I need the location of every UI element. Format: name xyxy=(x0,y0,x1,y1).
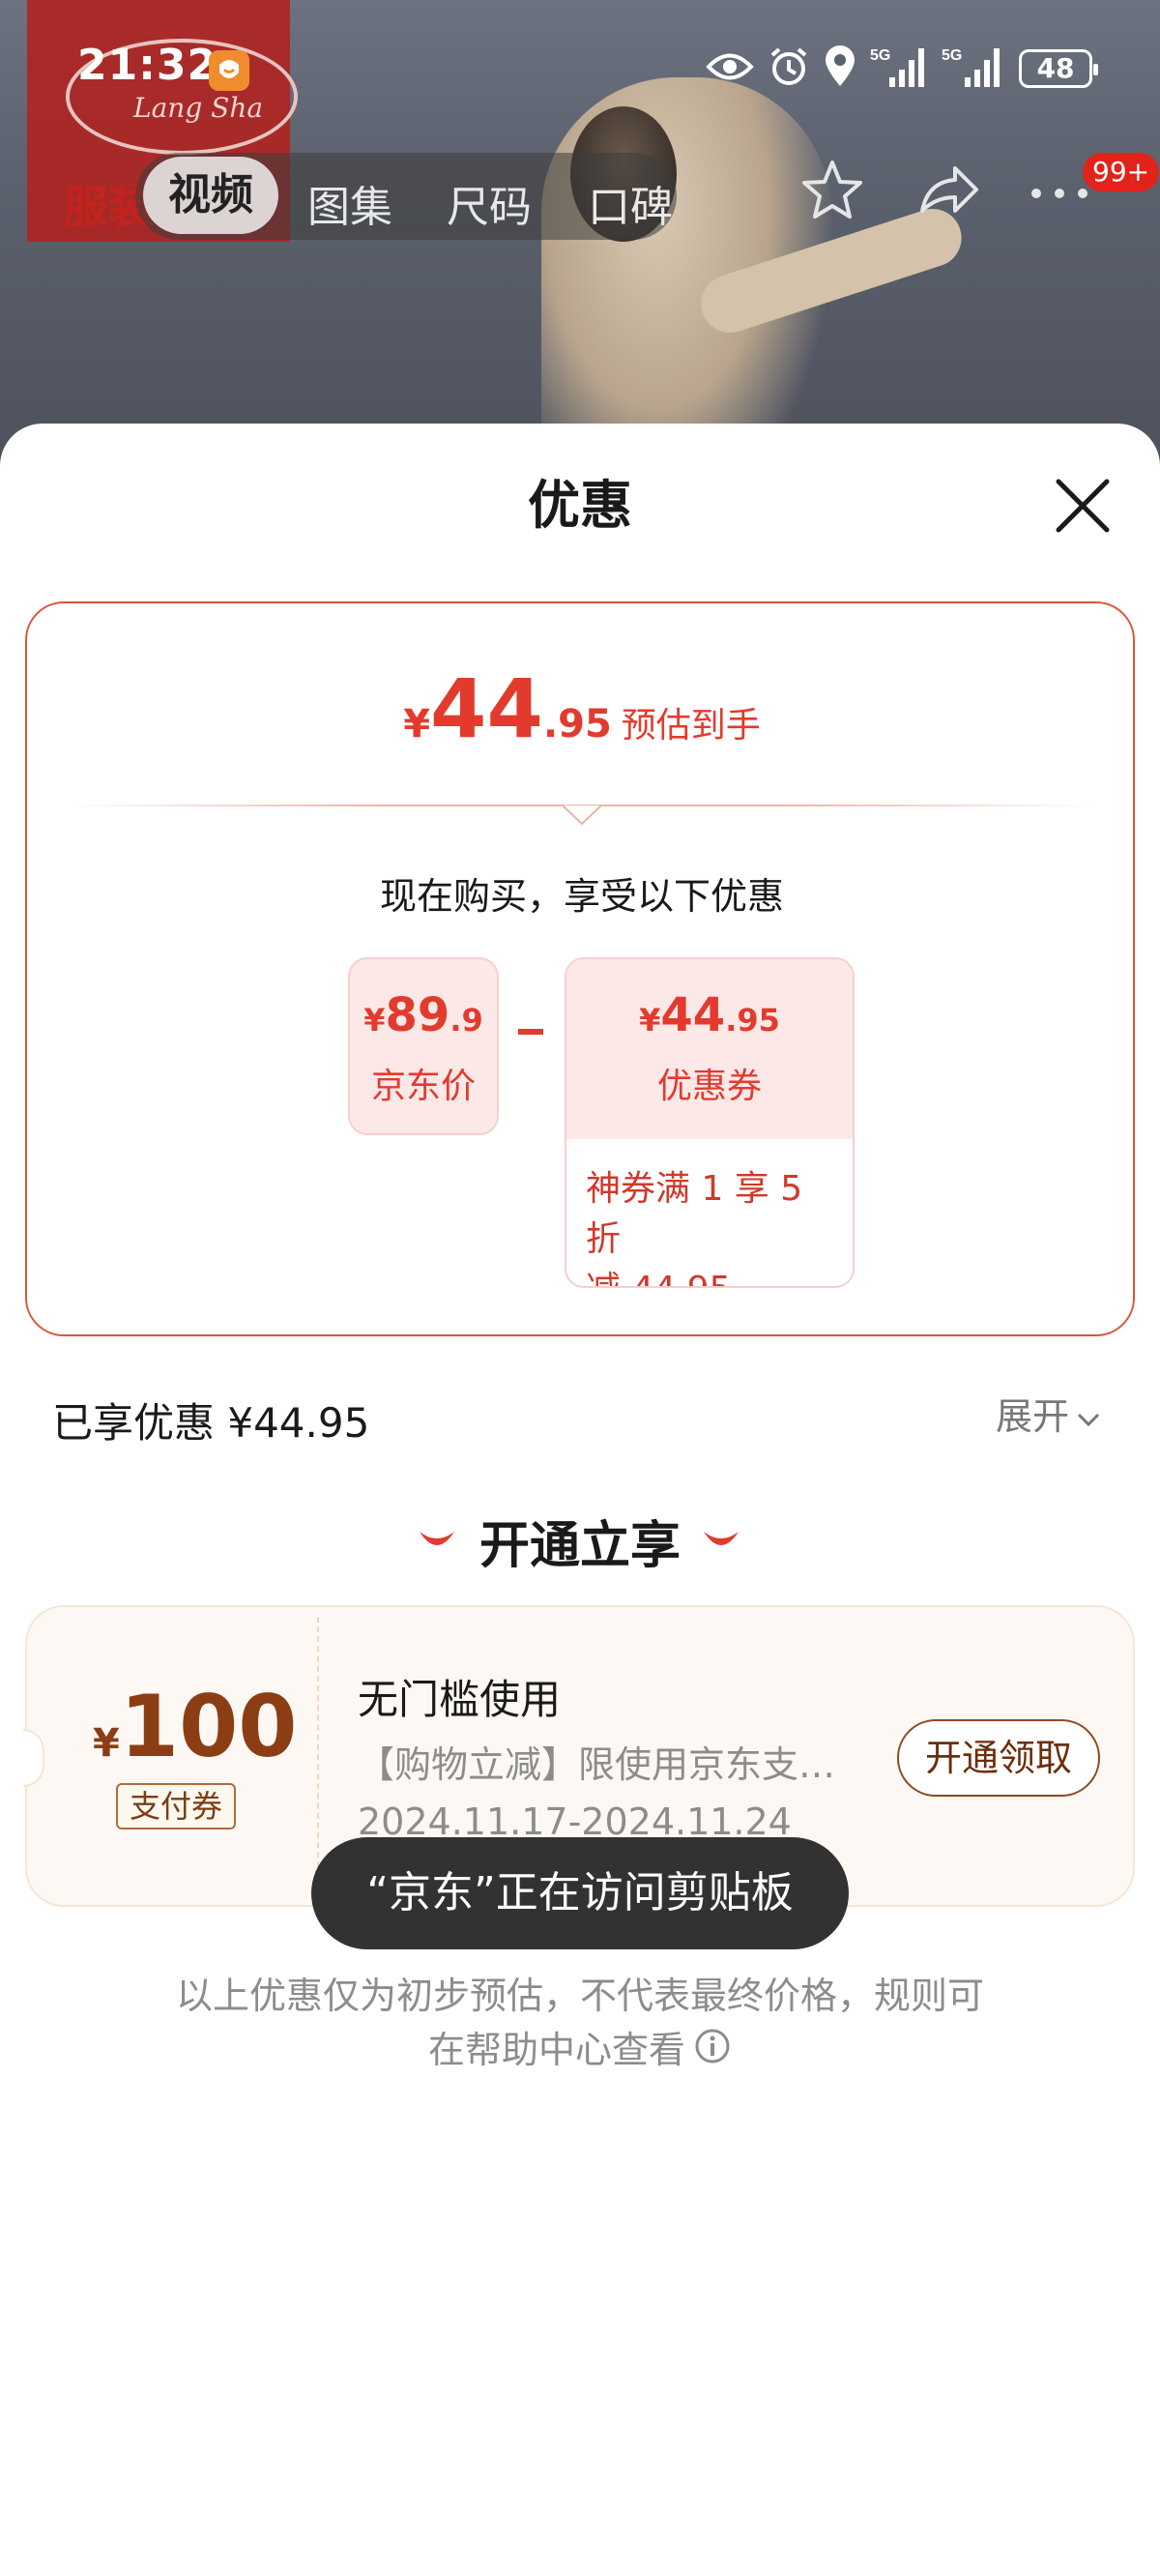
signal-5g-icon-2: 5G xyxy=(942,44,1005,93)
coupon-description: 神券满 1 享 5 折 减 44.95 xyxy=(566,1139,853,1286)
voucher-type-tag: 支付券 xyxy=(116,1783,237,1830)
status-bar: 21:32 5G 5G 48 xyxy=(0,0,1160,145)
voucher-notch xyxy=(23,1729,44,1787)
eye-icon xyxy=(706,50,754,87)
clipboard-toast: “京东”正在访问剪贴板 xyxy=(311,1837,849,1949)
coupon-description-line1: 神券满 1 享 5 折 xyxy=(586,1169,803,1259)
info-icon[interactable] xyxy=(693,2026,732,2080)
open-and-claim-button[interactable]: 开通领取 xyxy=(897,1719,1100,1797)
divider-notch xyxy=(562,793,602,832)
coupon-description-line2: 减 44.95 xyxy=(586,1265,833,1286)
sheet-title: 优惠 xyxy=(528,475,632,536)
status-icons: 5G 5G 48 xyxy=(706,44,1098,93)
app-notification-icon xyxy=(209,50,249,91)
discount-sheet: 优惠 ¥44.95 预估到手 现在购买，享受以下优惠 ¥89.9 京东价 ¥44.… xyxy=(0,424,1160,2576)
tab-size[interactable]: 尺码 xyxy=(447,172,532,234)
voucher-title: 无门槛使用 xyxy=(358,1676,562,1723)
jd-price-currency: ¥ xyxy=(363,1002,386,1039)
tab-video[interactable]: 视频 xyxy=(143,157,278,234)
jd-price-integer: 89 xyxy=(385,988,450,1042)
jd-price-label: 京东价 xyxy=(370,1067,476,1106)
expand-label: 展开 xyxy=(996,1395,1070,1438)
coupon-currency: ¥ xyxy=(639,1002,661,1039)
tab-gallery[interactable]: 图集 xyxy=(307,172,392,234)
jd-price-decimal: .9 xyxy=(450,1002,483,1039)
alarm-icon xyxy=(768,45,810,92)
coupon-integer: 44 xyxy=(660,988,726,1042)
signal-5g-icon: 5G xyxy=(870,44,928,93)
close-icon[interactable] xyxy=(1049,472,1116,540)
message-count-badge: 99+ xyxy=(1083,153,1160,191)
voucher-description: 【购物立减】限使用京东支付... xyxy=(358,1743,860,1786)
disclaimer-line2-wrap: 在帮助中心查看 xyxy=(145,2023,1015,2080)
tab-reviews[interactable]: 口碑 xyxy=(588,172,673,234)
share-icon[interactable] xyxy=(914,157,982,228)
more-icon[interactable] xyxy=(1029,182,1090,209)
smile-right-icon xyxy=(702,1528,740,1557)
estimated-price-integer: 44 xyxy=(430,661,543,756)
svg-text:5G: 5G xyxy=(942,47,962,64)
estimated-price: ¥44.95 预估到手 xyxy=(27,661,1137,756)
price-breakdown-card: ¥44.95 预估到手 现在购买，享受以下优惠 ¥89.9 京东价 ¥44.95 … xyxy=(25,601,1135,1336)
voucher-separator xyxy=(317,1617,319,1897)
jd-price-value: ¥89.9 xyxy=(350,988,497,1042)
open-to-enjoy-title: 开通立享 xyxy=(478,1517,681,1575)
coupon-label: 优惠券 xyxy=(656,1067,762,1106)
jd-price-box: ¥89.9 京东价 xyxy=(348,957,499,1135)
voucher-currency: ¥ xyxy=(93,1721,120,1766)
location-icon xyxy=(824,45,856,92)
estimated-price-currency: ¥ xyxy=(403,702,431,746)
svg-text:5G: 5G xyxy=(870,47,890,64)
coupon-decimal: .95 xyxy=(725,1002,780,1039)
coupon-value: ¥44.95 xyxy=(566,959,853,1042)
expand-button[interactable]: 展开 xyxy=(996,1387,1102,1440)
disclaimer-line2: 在帮助中心查看 xyxy=(427,2029,685,2071)
star-icon[interactable] xyxy=(798,157,866,228)
now-purchase-text: 现在购买，享受以下优惠 xyxy=(379,875,784,918)
disclaimer: 以上优惠仅为初步预估，不代表最终价格，规则可 在帮助中心查看 xyxy=(145,1969,1015,2080)
estimated-price-decimal: .95 xyxy=(542,702,612,746)
minus-sign xyxy=(518,1029,543,1035)
battery-indicator: 48 xyxy=(1019,49,1098,88)
status-time: 21:32 xyxy=(77,41,218,90)
chevron-down-icon xyxy=(1069,1395,1102,1438)
voucher-amount-number: 100 xyxy=(119,1677,298,1776)
disclaimer-line1: 以上优惠仅为初步预估，不代表最终价格，规则可 xyxy=(175,1975,984,2017)
enjoyed-discount: 已享优惠 ¥44.95 xyxy=(52,1399,370,1447)
coupon-box: ¥44.95 优惠券 神券满 1 享 5 折 减 44.95 xyxy=(565,957,855,1288)
estimated-price-label: 预估到手 xyxy=(621,706,761,746)
voucher-amount: ¥100 xyxy=(93,1677,298,1776)
coupon-box-header: ¥44.95 优惠券 xyxy=(566,959,853,1139)
